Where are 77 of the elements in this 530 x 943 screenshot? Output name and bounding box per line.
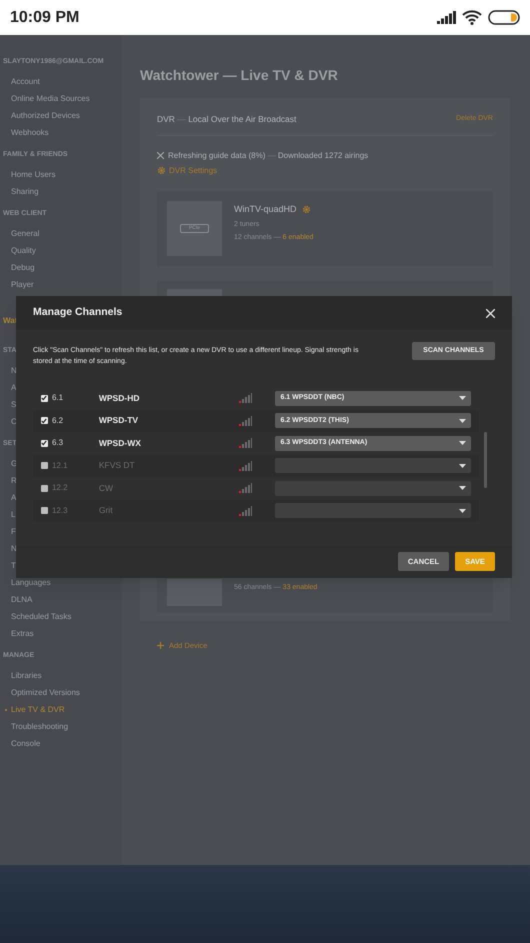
channel-checkbox[interactable] xyxy=(41,462,48,470)
channel-checkbox[interactable] xyxy=(41,507,48,514)
check-icon xyxy=(41,418,48,424)
channel-name: Grit xyxy=(98,504,114,518)
cell-signal-icon xyxy=(437,11,456,24)
check-icon xyxy=(41,440,48,446)
channel-checkbox[interactable] xyxy=(41,394,48,402)
caret-icon xyxy=(459,486,466,490)
channel-checkbox[interactable] xyxy=(41,417,48,424)
dialog-title: Manage Channels xyxy=(33,305,122,320)
caret-icon xyxy=(459,396,466,400)
signal-strength-icon xyxy=(238,416,252,426)
signal-strength-icon xyxy=(238,438,252,448)
channel-number: 6.1 xyxy=(52,392,64,404)
sidebar-item[interactable]: F xyxy=(11,526,16,538)
wifi-icon xyxy=(462,10,482,25)
channel-name: WPSD-TV xyxy=(98,414,140,428)
sidebar-item[interactable]: Quality xyxy=(11,244,36,256)
dvr-settings-link[interactable]: DVR Settings xyxy=(169,164,218,177)
device-thumbnail xyxy=(167,578,222,606)
sidebar-item[interactable]: A xyxy=(11,382,16,394)
scrollbar xyxy=(484,432,487,488)
sidebar-item[interactable]: General xyxy=(11,228,40,240)
channel-name: KFVS DT xyxy=(98,459,136,472)
clock: 10:09 PM xyxy=(10,8,80,28)
plus-icon xyxy=(157,642,164,649)
channel-number: 12.3 xyxy=(52,504,69,517)
sidebar-item[interactable]: Sharing xyxy=(11,186,39,198)
signal-strength-icon xyxy=(238,460,252,471)
sidebar-item[interactable]: Optimized Versions xyxy=(11,686,80,698)
signal-strength-icon xyxy=(238,483,252,494)
gear-icon xyxy=(302,205,311,214)
channel-number: 6.3 xyxy=(52,437,64,450)
gear-icon xyxy=(157,166,166,176)
page-title: Watchtower — Live TV & DVR xyxy=(140,66,339,85)
sidebar-item[interactable]: S xyxy=(11,398,16,410)
channel-number: 12.2 xyxy=(52,482,69,494)
sidebar-item[interactable]: Webhooks xyxy=(11,126,49,138)
signal-strength-icon xyxy=(238,393,252,404)
sidebar-item[interactable]: N xyxy=(11,364,17,376)
sidebar-item[interactable]: A xyxy=(11,492,16,504)
device-name: WinTV-quadHD xyxy=(234,203,297,216)
sidebar-item[interactable]: Account xyxy=(11,76,40,88)
channel-checkbox[interactable] xyxy=(41,440,48,447)
sidebar-item[interactable]: Troubleshooting xyxy=(11,720,68,732)
sidebar-item[interactable]: Languages xyxy=(11,576,51,588)
caret-icon xyxy=(459,441,466,446)
signal-strength-icon xyxy=(238,506,252,516)
sidebar-item[interactable]: Extras xyxy=(11,628,34,640)
sidebar-item[interactable]: Authorized Devices xyxy=(11,110,80,122)
caret-icon xyxy=(459,464,466,468)
channel-name: WPSD-HD xyxy=(98,392,140,405)
check-icon xyxy=(41,395,48,402)
dvr-heading: DVR — Local Over the Air Broadcast xyxy=(157,113,296,126)
refresh-status: Refreshing guide data (8%) — Downloaded 1272 airings xyxy=(168,150,368,162)
sidebar-item[interactable]: R xyxy=(11,474,17,486)
sidebar-item[interactable]: C xyxy=(11,416,17,428)
sidebar-item[interactable]: T xyxy=(11,560,16,572)
caret-icon xyxy=(459,418,466,423)
sidebar-item[interactable]: Libraries xyxy=(11,670,42,682)
channel-name: WPSD-WX xyxy=(98,436,142,450)
sidebar-item[interactable]: Home Users xyxy=(11,168,56,180)
channel-number: 6.2 xyxy=(52,414,64,427)
sidebar-item[interactable]: Player xyxy=(11,278,34,290)
sidebar-item[interactable]: N xyxy=(11,542,17,554)
battery-icon xyxy=(488,10,520,25)
sidebar-item[interactable]: Console xyxy=(11,738,40,750)
sidebar-item[interactable]: L xyxy=(11,508,16,520)
sidebar-item[interactable]: DLNA xyxy=(11,594,32,606)
channel-name: CW xyxy=(98,482,114,495)
caret-icon xyxy=(459,508,466,513)
channel-checkbox[interactable] xyxy=(41,484,48,492)
sidebar-item[interactable]: Debug xyxy=(11,262,35,274)
sidebar-item[interactable]: Scheduled Tasks xyxy=(11,610,72,622)
sidebar-item[interactable]: Online Media Sources xyxy=(11,92,90,104)
channel-number: 12.1 xyxy=(52,460,69,472)
sidebar-item[interactable]: Live TV & DVR xyxy=(11,704,65,716)
